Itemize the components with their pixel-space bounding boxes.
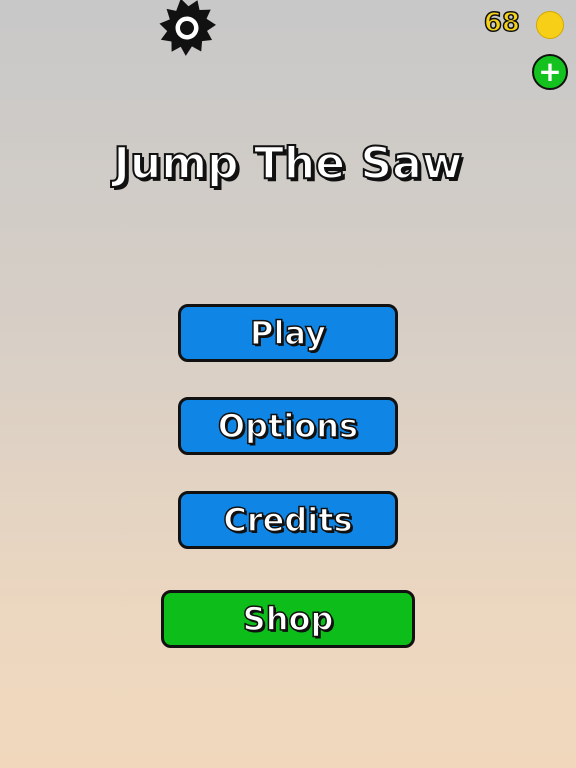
options-button[interactable]: Options — [178, 397, 398, 455]
coin-icon — [536, 11, 564, 39]
credits-button-label: Credits — [223, 500, 354, 540]
play-button[interactable]: Play — [178, 304, 398, 362]
credits-button[interactable]: Credits — [178, 491, 398, 549]
game-title: Jump The Saw — [113, 137, 464, 190]
coin-count: 68 — [483, 7, 521, 39]
play-button-label: Play — [249, 313, 326, 353]
shop-button-label: Shop — [242, 599, 334, 639]
options-button-label: Options — [217, 406, 359, 446]
saw-blade-icon — [151, 0, 223, 60]
shop-button[interactable]: Shop — [161, 590, 415, 648]
plus-icon: + — [538, 55, 562, 88]
add-coins-button[interactable]: + — [532, 54, 568, 90]
